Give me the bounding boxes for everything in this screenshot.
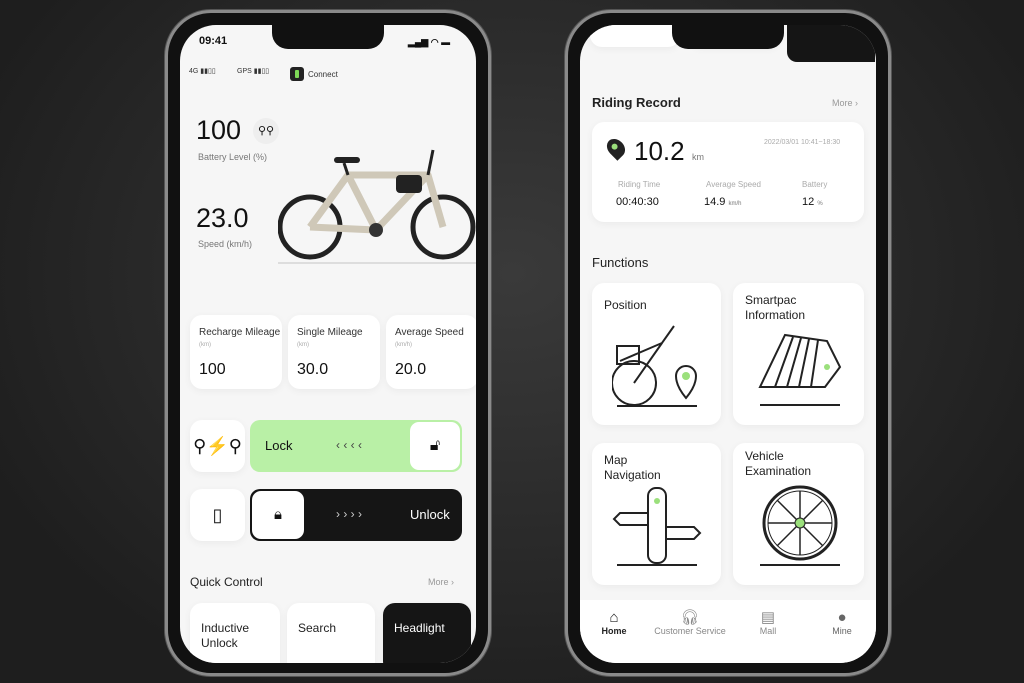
record-screen: Riding Record More › 10.2 km 2022/03/01 …	[580, 25, 876, 663]
bike-location-icon	[612, 325, 698, 407]
store-icon: ▤	[760, 609, 776, 626]
tab-label: Mall	[759, 626, 777, 636]
metric-label: Battery	[802, 180, 828, 189]
user-icon: ●	[837, 609, 847, 626]
net-4g: 4G ▮▮▯▯	[189, 68, 216, 75]
status-time: 09:41	[199, 35, 228, 47]
quick-more-link[interactable]: More ›	[428, 577, 454, 587]
ebike-icon: ⚲⚡⚲	[190, 420, 245, 472]
left-phone: 09:41 ▂▄▆ ◠ ▬ 4G ▮▮▯▯ GPS ▮▮▯▯ Connect 1…	[165, 10, 491, 676]
tab-home[interactable]: ⌂ Home	[580, 609, 654, 636]
home-screen: 09:41 ▂▄▆ ◠ ▬ 4G ▮▮▯▯ GPS ▮▮▯▯ Connect 1…	[180, 25, 476, 663]
bike-icon[interactable]: ⚲⚲	[253, 118, 279, 144]
speed-value: 23.0	[196, 203, 249, 233]
function-label: Smartpac Information	[745, 293, 806, 322]
partial-dark-card	[787, 25, 875, 62]
quick-control-title: Quick Control	[190, 575, 263, 589]
metric-unit: km/h	[728, 201, 742, 207]
stat-label: Recharge Mileage	[199, 327, 281, 338]
tab-label: Mine	[832, 626, 852, 636]
stat-unit: (km)	[297, 342, 309, 348]
quick-label: Search	[298, 621, 337, 635]
connect-button[interactable]: Connect	[308, 70, 338, 79]
function-smartpac[interactable]: Smartpac Information	[733, 283, 864, 425]
riding-record-title: Riding Record	[592, 95, 681, 110]
function-label: Map Navigation	[604, 453, 661, 482]
record-more-link[interactable]: More ›	[832, 98, 858, 108]
metric-label: Riding Time	[618, 180, 661, 189]
metric-avg-speed: 14.9 km/h	[704, 196, 742, 208]
functions-title: Functions	[592, 255, 649, 270]
unlock-arrows: › › › ›	[336, 507, 362, 521]
battery-label: Battery Level (%)	[198, 152, 268, 162]
tab-mall[interactable]: ▤ Mall	[728, 609, 808, 636]
signpost-icon	[612, 487, 702, 566]
unlock-handle-icon[interactable]: 🔓︎	[410, 422, 460, 470]
stat-value: 30.0	[297, 361, 329, 378]
lock-arrows: ‹ ‹ ‹ ‹	[336, 438, 362, 452]
headset-icon: 🎧︎	[680, 609, 700, 626]
quick-label: Headlight	[394, 621, 445, 635]
record-distance: 10.2	[634, 136, 685, 166]
stat-label: Single Mileage	[297, 327, 363, 338]
function-label: Position	[604, 298, 647, 312]
lock-label: Lock	[265, 438, 293, 453]
quick-search[interactable]: Search	[287, 603, 375, 663]
quick-inductive-unlock[interactable]: Inductive Unlock	[190, 603, 280, 663]
notch	[672, 25, 784, 49]
net-gps: GPS ▮▮▯▯	[237, 68, 270, 75]
quick-headlight[interactable]: Headlight	[383, 603, 471, 663]
partial-card	[590, 25, 680, 47]
tab-mine[interactable]: ● Mine	[802, 609, 876, 636]
metric-unit: %	[817, 201, 823, 207]
location-pin-icon	[603, 135, 629, 161]
tab-label: Customer Service	[654, 626, 726, 636]
lock-handle-icon[interactable]: 🔒︎	[252, 491, 304, 539]
stat-card-recharge: Recharge Mileage (km) 100	[190, 315, 282, 389]
smartpac-icon	[758, 333, 842, 406]
record-unit: km	[692, 152, 704, 162]
function-position[interactable]: Position	[592, 283, 721, 425]
speed-label: Speed (km/h)	[198, 239, 253, 249]
stat-label: Average Speed	[395, 327, 464, 338]
battery-icon: ▯	[190, 489, 245, 541]
unlock-slider[interactable]: 🔒︎ › › › › Unlock	[250, 489, 462, 541]
stat-card-avg-speed: Average Speed (km/h) 20.0	[386, 315, 476, 389]
riding-record-card[interactable]: 10.2 km 2022/03/01 10:41~18:30 Riding Ti…	[592, 122, 864, 222]
net-4g-label: 4G	[189, 68, 199, 75]
battery-value: 100	[196, 115, 242, 145]
quick-label: Inductive Unlock	[201, 621, 250, 650]
lock-slider[interactable]: Lock ‹ ‹ ‹ ‹ 🔓︎	[250, 420, 462, 472]
wheel-icon	[760, 485, 840, 566]
metric-label: Average Speed	[706, 180, 762, 189]
right-phone: Riding Record More › 10.2 km 2022/03/01 …	[565, 10, 891, 676]
function-vehicle-examination[interactable]: Vehicle Examination	[733, 443, 864, 585]
tab-customer-service[interactable]: 🎧︎ Customer Service	[650, 609, 730, 636]
stat-unit: (km/h)	[395, 342, 412, 348]
bike-image	[278, 149, 476, 264]
metric-battery: 12 %	[802, 196, 823, 208]
status-icons: ▂▄▆ ◠ ▬	[408, 37, 451, 47]
metric-value: 00:40:30	[616, 196, 659, 208]
metric-value: 14.9	[704, 196, 726, 208]
stat-card-single: Single Mileage (km) 30.0	[288, 315, 380, 389]
metric-value: 12	[802, 196, 815, 208]
stat-value: 20.0	[395, 361, 427, 378]
net-gps-label: GPS	[237, 68, 252, 75]
function-label: Vehicle Examination	[745, 449, 812, 478]
metric-riding-time: 00:40:30	[616, 196, 659, 208]
bluetooth-icon[interactable]	[290, 67, 304, 81]
notch	[272, 25, 384, 49]
stat-unit: (km)	[199, 342, 211, 348]
home-icon: ⌂	[609, 609, 619, 626]
stat-value: 100	[199, 361, 226, 378]
unlock-label: Unlock	[410, 507, 450, 522]
tab-label: Home	[601, 626, 627, 636]
function-map-navigation[interactable]: Map Navigation	[592, 443, 721, 585]
record-time-range: 2022/03/01 10:41~18:30	[764, 139, 841, 146]
